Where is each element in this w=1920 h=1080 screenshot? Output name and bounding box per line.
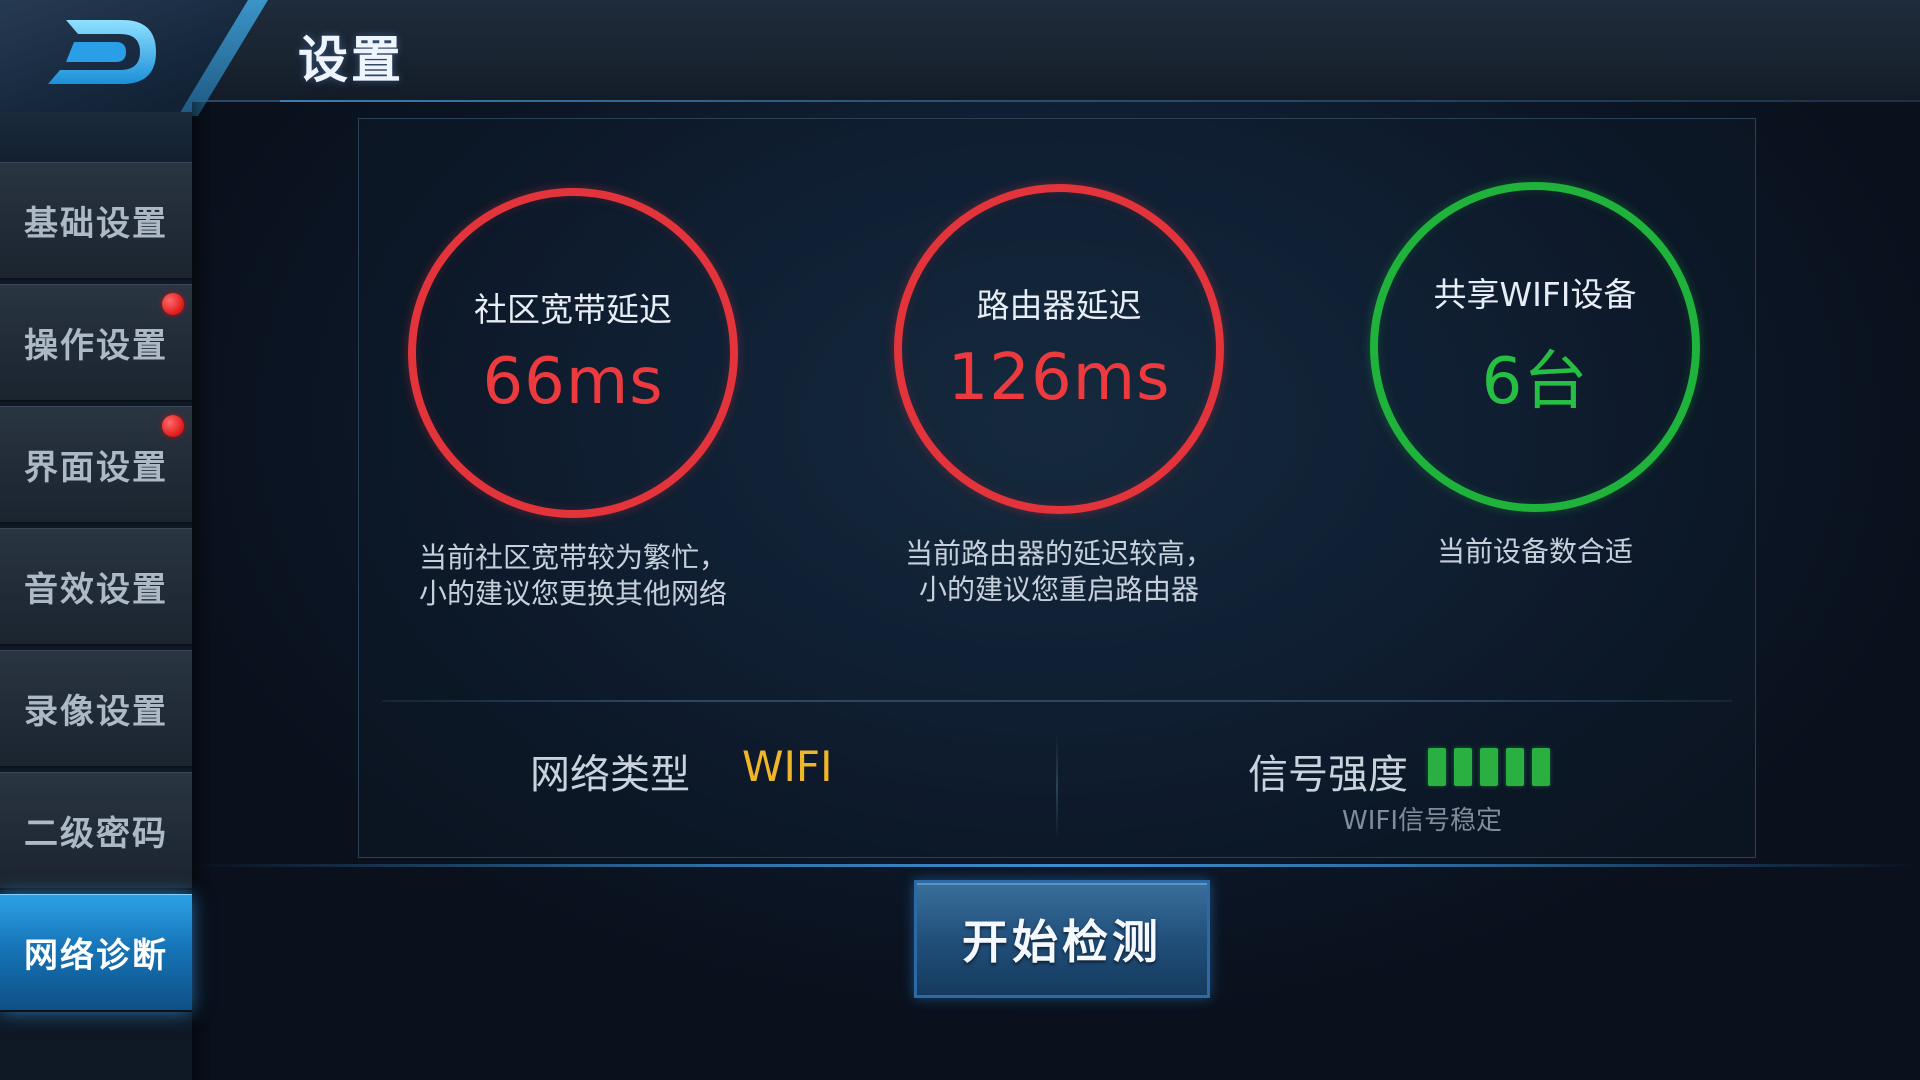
signal-bar — [1480, 748, 1498, 786]
sidebar-item-basic[interactable]: 基础设置 — [0, 162, 192, 280]
latency-ring: 路由器延迟 126ms — [894, 184, 1224, 514]
sidebar-item-interface[interactable]: 界面设置 — [0, 406, 192, 524]
meter-value: 66ms — [482, 345, 664, 419]
advice-line: 小的建议您重启路由器 — [918, 573, 1199, 606]
advice-line: 当前社区宽带较为繁忙， — [418, 541, 727, 574]
back-arrow-icon[interactable] — [44, 14, 164, 90]
sidebar-item-label: 基础设置 — [24, 204, 168, 244]
notification-dot-icon — [162, 293, 184, 315]
sidebar-item-label: 网络诊断 — [24, 936, 168, 976]
meter-advice: 当前路由器的延迟较高， 小的建议您重启路由器 — [894, 536, 1224, 608]
signal-bars-icon — [1428, 748, 1550, 786]
sidebar-shadow — [192, 102, 214, 1080]
sidebar-item-secondary-password[interactable]: 二级密码 — [0, 772, 192, 890]
signal-strength-label: 信号强度 — [1248, 752, 1408, 798]
settings-screen: 设置 基础设置 操作设置 界面设置 音效设置 录像设置 二级密码 网络诊断 社区… — [0, 0, 1920, 1080]
top-bar — [0, 0, 1920, 102]
meter-value: 6台 — [1481, 345, 1589, 419]
sidebar-item-label: 录像设置 — [24, 692, 168, 732]
bottom-glow-line — [192, 864, 1920, 867]
sidebar-item-controls[interactable]: 操作设置 — [0, 284, 192, 402]
info-divider — [1056, 732, 1058, 840]
shared-wifi-devices-meter: 共享WIFI设备 6台 当前设备数合适 — [1370, 182, 1700, 570]
sidebar-item-label: 二级密码 — [24, 814, 168, 854]
advice-line: 当前路由器的延迟较高， — [904, 537, 1213, 570]
sidebar-item-network-diagnosis[interactable]: 网络诊断 — [0, 894, 192, 1012]
sidebar-item-label: 音效设置 — [24, 570, 168, 610]
meter-title: 路由器延迟 — [976, 286, 1142, 325]
sidebar-item-label: 界面设置 — [24, 448, 168, 488]
start-detection-button[interactable]: 开始检测 — [914, 880, 1210, 998]
network-type-value: WIFI — [742, 742, 833, 791]
signal-bar — [1532, 748, 1550, 786]
device-count-ring: 共享WIFI设备 6台 — [1370, 182, 1700, 512]
community-latency-meter: 社区宽带延迟 66ms 当前社区宽带较为繁忙， 小的建议您更换其他网络 — [408, 188, 738, 612]
meter-title: 社区宽带延迟 — [474, 290, 672, 329]
network-type-label: 网络类型 — [530, 752, 690, 798]
meter-advice: 当前社区宽带较为繁忙， 小的建议您更换其他网络 — [408, 540, 738, 612]
sidebar-wave-decoration — [0, 112, 192, 162]
start-detection-label: 开始检测 — [962, 915, 1162, 969]
sidebar-item-label: 操作设置 — [24, 326, 168, 366]
signal-bar — [1454, 748, 1472, 786]
latency-ring: 社区宽带延迟 66ms — [408, 188, 738, 518]
advice-line: 当前设备数合适 — [1436, 535, 1633, 568]
router-latency-meter: 路由器延迟 126ms 当前路由器的延迟较高， 小的建议您重启路由器 — [894, 184, 1224, 608]
sidebar-item-sound[interactable]: 音效设置 — [0, 528, 192, 646]
panel-divider — [382, 700, 1732, 702]
meter-value: 126ms — [947, 341, 1171, 415]
meter-advice: 当前设备数合适 — [1370, 534, 1700, 570]
advice-line: 小的建议您更换其他网络 — [418, 577, 727, 610]
sidebar-item-recording[interactable]: 录像设置 — [0, 650, 192, 768]
signal-bar — [1506, 748, 1524, 786]
meter-title: 共享WIFI设备 — [1433, 275, 1637, 314]
signal-bar — [1428, 748, 1446, 786]
signal-status-note: WIFI信号稳定 — [1342, 806, 1502, 836]
notification-dot-icon — [162, 415, 184, 437]
page-title: 设置 — [298, 31, 404, 89]
